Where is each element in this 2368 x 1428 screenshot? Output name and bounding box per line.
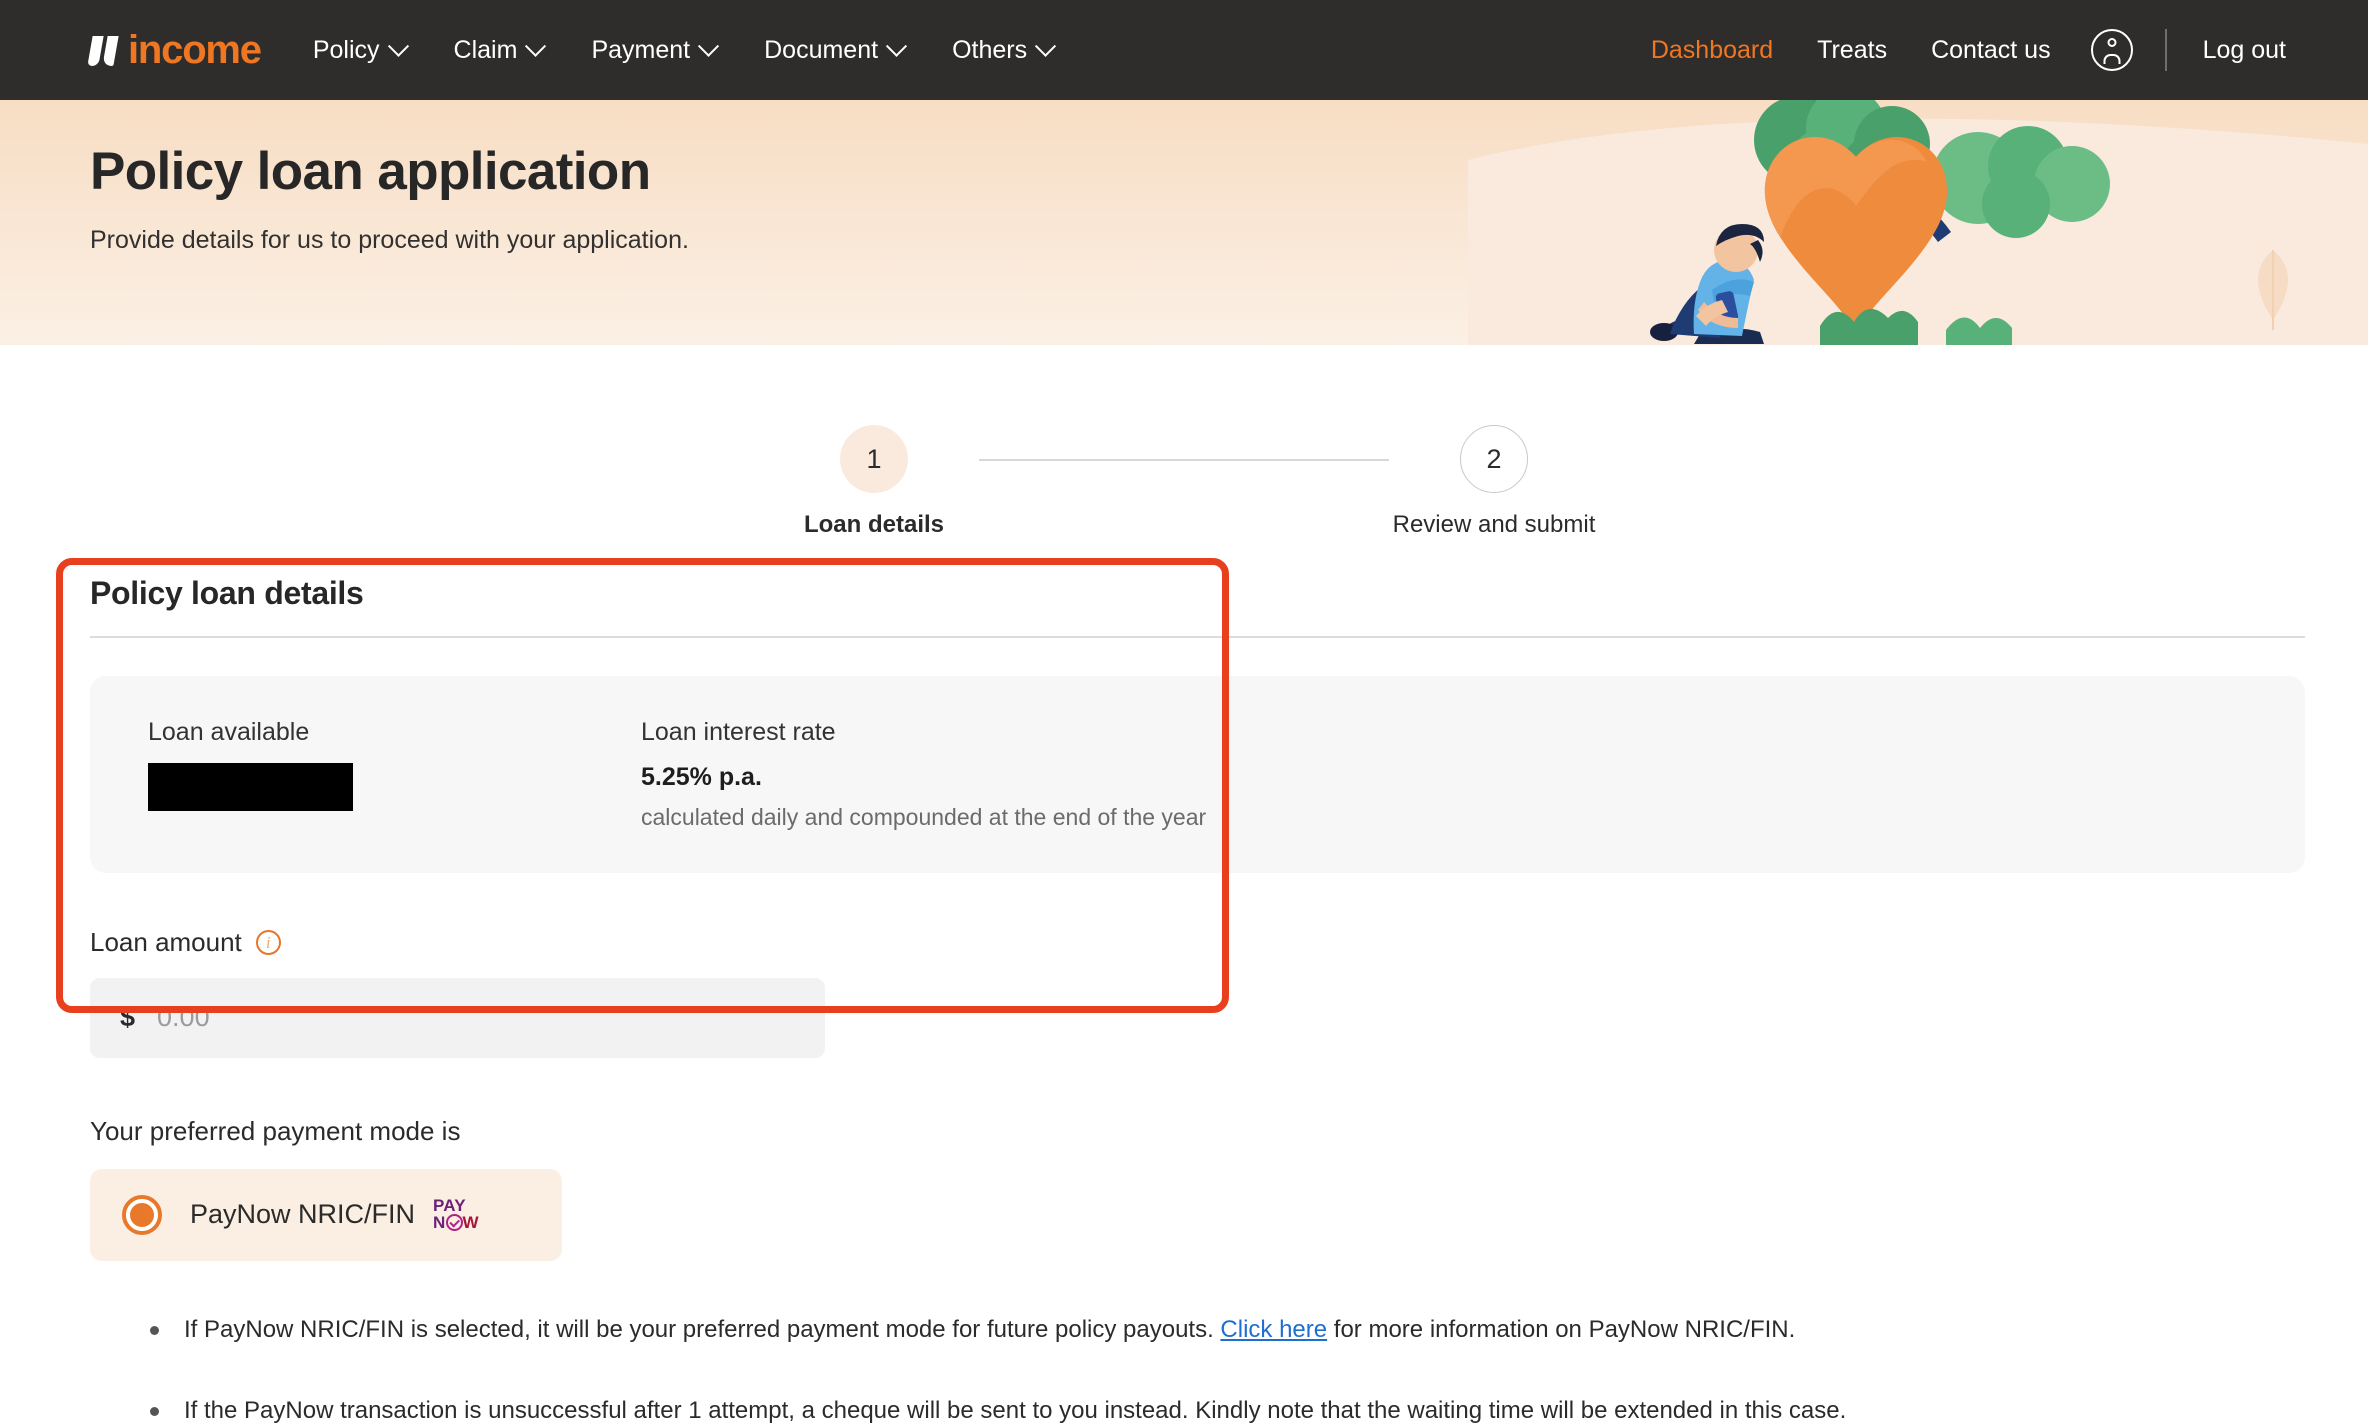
chevron-down-icon (525, 35, 547, 57)
note-2-text: If the PayNow transaction is unsuccessfu… (184, 1397, 1847, 1425)
loan-interest-rate-note: calculated daily and compounded at the e… (641, 803, 1207, 830)
currency-symbol: $ (120, 1002, 136, 1033)
loan-amount-input[interactable]: $ 0.00 (90, 977, 825, 1058)
top-navigation-bar: income Policy Claim Payment Document Oth… (0, 0, 2368, 100)
income-logo-mark (87, 32, 124, 68)
nav-item-payment[interactable]: Payment (567, 35, 740, 65)
step-2-label: Review and submit (1392, 511, 1596, 538)
loan-amount-label: Loan amount (90, 926, 242, 957)
nav-link-contact-us[interactable]: Contact us (1909, 36, 2073, 65)
list-item: If PayNow NRIC/FIN is selected, it will … (150, 1313, 2368, 1347)
step-1-number: 1 (840, 425, 908, 493)
loan-available-group: Loan available (148, 718, 641, 831)
paynow-logo-w: W (462, 1212, 479, 1232)
loan-available-label: Loan available (148, 717, 310, 746)
loan-amount-placeholder: 0.00 (157, 1002, 210, 1033)
page-hero-banner: Policy loan application Provide details … (0, 100, 2368, 345)
stepper-connector-line (979, 459, 1389, 461)
step-2-number: 2 (1460, 425, 1528, 493)
logout-button[interactable]: Log out (2181, 36, 2308, 65)
nav-item-others[interactable]: Others (928, 35, 1077, 65)
nav-link-dashboard[interactable]: Dashboard (1629, 36, 1795, 65)
nav-item-claim-label: Claim (453, 35, 518, 64)
nav-item-policy-label: Policy (312, 35, 380, 64)
note-1-text-after: for more information on PayNow NRIC/FIN. (1327, 1315, 1796, 1343)
payment-option-label: PayNow NRIC/FIN (190, 1199, 416, 1230)
nav-separator (2164, 29, 2167, 71)
loan-interest-rate-value: 5.25% p.a. (641, 762, 762, 791)
click-here-link[interactable]: Click here (1220, 1316, 1327, 1343)
loan-interest-rate-label: Loan interest rate (641, 717, 836, 746)
income-logo-text: income (128, 28, 262, 72)
note-1-text-before: If PayNow NRIC/FIN is selected, it will … (184, 1315, 1221, 1343)
nav-item-claim[interactable]: Claim (430, 35, 568, 65)
info-icon[interactable]: i (255, 929, 281, 955)
income-logo[interactable]: income (87, 28, 262, 72)
policy-loan-details-card: Policy loan details Loan available Loan … (90, 575, 2305, 1058)
card-title: Policy loan details (90, 575, 364, 611)
list-item: If the PayNow transaction is unsuccessfu… (150, 1394, 2368, 1428)
nav-item-document[interactable]: Document (740, 35, 928, 65)
loan-interest-rate-group: Loan interest rate 5.25% p.a. calculated… (641, 718, 1206, 831)
radio-dot (130, 1202, 154, 1227)
loan-amount-field-group: Loan amount i $ 0.00 (90, 927, 2305, 1058)
nav-item-policy[interactable]: Policy (289, 35, 430, 65)
loan-available-value-redacted (148, 762, 353, 811)
payment-notes-list: If PayNow NRIC/FIN is selected, it will … (150, 1313, 2368, 1428)
user-account-icon[interactable] (2090, 29, 2133, 71)
page-title: Policy loan application (90, 142, 651, 201)
nav-link-treats[interactable]: Treats (1795, 36, 1909, 65)
step-1-label: Loan details (803, 511, 945, 538)
chevron-down-icon (885, 35, 908, 57)
nav-item-payment-label: Payment (591, 35, 691, 64)
paynow-logo-n: N (433, 1212, 446, 1232)
step-1-loan-details[interactable]: 1 Loan details (769, 425, 979, 539)
loan-summary-box: Loan available Loan interest rate 5.25% … (90, 675, 2305, 873)
paynow-logo-top: PAY (433, 1196, 466, 1216)
preferred-payment-mode-section: Your preferred payment mode is PayNow NR… (90, 1116, 2368, 1261)
secondary-nav: Dashboard Treats Contact us Log out (1629, 29, 2308, 71)
chevron-down-icon (698, 35, 720, 57)
page-subtitle: Provide details for us to proceed with y… (90, 225, 689, 254)
payment-mode-heading: Your preferred payment mode is (90, 1115, 461, 1146)
chevron-down-icon (387, 35, 409, 57)
check-circle-icon (445, 1213, 463, 1231)
nav-item-document-label: Document (764, 35, 879, 64)
primary-nav: Policy Claim Payment Document Others (289, 35, 1077, 65)
nav-item-others-label: Others (952, 35, 1028, 64)
payment-option-paynow[interactable]: PayNow NRIC/FIN PAY N W (90, 1168, 562, 1261)
radio-button-selected[interactable] (122, 1194, 162, 1235)
chevron-down-icon (1034, 35, 1057, 57)
paynow-logo: PAY N W (433, 1196, 479, 1232)
progress-stepper: 1 Loan details 2 Review and submit (0, 345, 2368, 539)
step-2-review-and-submit[interactable]: 2 Review and submit (1389, 425, 1599, 539)
card-divider (90, 636, 2305, 638)
